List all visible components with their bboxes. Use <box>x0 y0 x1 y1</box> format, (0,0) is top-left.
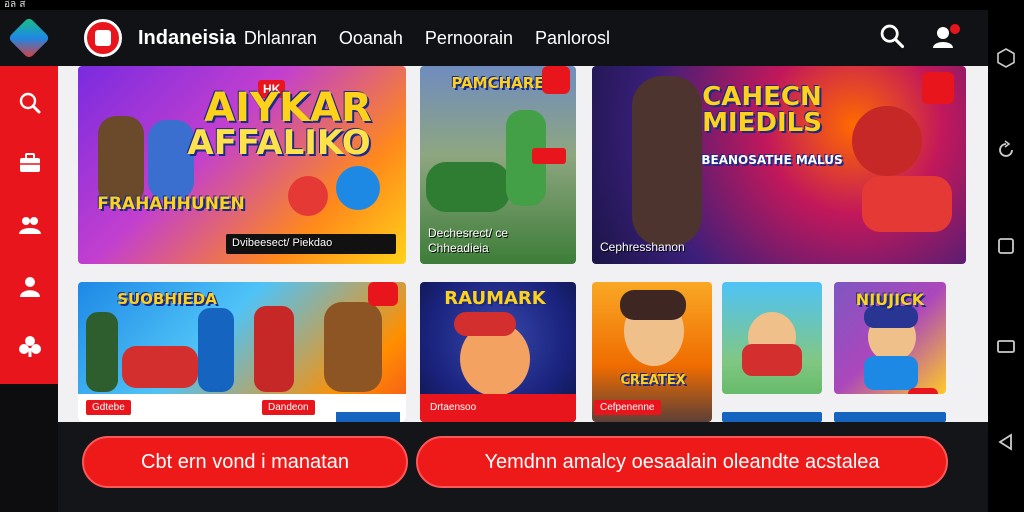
card-8-strip <box>834 412 946 422</box>
card-3-caption: Cephresshanon <box>600 240 685 254</box>
card-6-tag: Cefpenenne <box>594 400 661 415</box>
right-cta-button[interactable]: Yemdnn amalcy oesaalain oleandte acstale… <box>416 436 948 488</box>
game-card-7[interactable] <box>722 282 822 394</box>
card-5-tag: Drtaensoo <box>424 400 483 415</box>
card-1-caption: Dvibeesect/ Piekdao <box>232 237 333 249</box>
sidebar-item-briefcase[interactable] <box>17 150 43 176</box>
card-3-subtitle: BEANOSATHE MALUS <box>701 153 843 167</box>
card-7-strip <box>722 412 822 422</box>
nav-item-4[interactable]: Panlorosl <box>535 28 610 49</box>
card-2-caption: Dechesrect/ ce Chheadieia <box>428 226 509 255</box>
square-icon[interactable] <box>996 236 1016 256</box>
profile-notification-icon[interactable] <box>930 20 962 52</box>
sidebar <box>0 66 58 384</box>
game-card-4[interactable]: SUOBHIEDA Gdtebe Dandeon <box>78 282 406 422</box>
card-1-subtitle: FRAHAHHUNEN <box>97 194 245 214</box>
card-6-title: CREATEX <box>620 373 686 388</box>
sidebar-footer <box>0 384 58 512</box>
card-4-tag-2: Dandeon <box>262 400 315 415</box>
game-card-3[interactable]: CAHECN MIEDILS BEANOSATHE MALUS Cephress… <box>592 66 966 264</box>
sidebar-item-search[interactable] <box>17 90 43 116</box>
system-nav-bar <box>988 0 1024 512</box>
game-grid: HK AIYKAR AFFALIKO FRAHAHHUNEN Dvibeesec… <box>58 66 988 422</box>
sidebar-item-group[interactable] <box>17 212 43 238</box>
card-3-title: CAHECN MIEDILS <box>702 82 822 138</box>
brand-logo[interactable] <box>84 19 122 57</box>
top-header: Indaneisia Dhlanran Ooanah Pernoorain Pa… <box>0 10 988 66</box>
card-4-badge <box>368 282 398 306</box>
recents-icon[interactable] <box>996 336 1016 356</box>
card-4-title: SUOBHIEDA <box>117 290 217 308</box>
bottom-bar: Cbt ern vond i manatan Yemdnn amalcy oes… <box>58 422 988 512</box>
refresh-icon[interactable] <box>996 140 1016 160</box>
card-8-title: NIUJICK <box>855 290 925 309</box>
game-card-1[interactable]: HK AIYKAR AFFALIKO FRAHAHHUNEN Dvibeesec… <box>78 66 406 264</box>
card-1-title-bottom: AFFALIKO <box>187 123 371 163</box>
nav-item-2[interactable]: Ooanah <box>339 28 403 49</box>
back-icon[interactable] <box>996 432 1016 452</box>
sidebar-item-user[interactable] <box>17 274 43 300</box>
search-icon[interactable] <box>878 22 906 50</box>
nav-item-1[interactable]: Dhlanran <box>244 28 317 49</box>
app-screen: อ่ล ส Indaneisia Dhlanran Ooanah Pernoor… <box>0 0 1024 512</box>
status-text: อ่ล ส <box>4 0 26 10</box>
app-launcher-icon[interactable] <box>0 10 58 66</box>
card-2-badge <box>542 66 570 94</box>
card-1-title-top: AIYKAR <box>204 85 372 131</box>
card-4-tag-1: Gdtebe <box>86 400 131 415</box>
brand-name[interactable]: Indaneisia <box>138 27 236 50</box>
sidebar-item-clubs[interactable] <box>17 334 43 360</box>
game-card-8[interactable]: NIUJICK <box>834 282 946 394</box>
nav-item-3[interactable]: Pernoorain <box>425 28 513 49</box>
left-cta-button[interactable]: Cbt ern vond i manatan <box>82 436 408 488</box>
card-2-tag <box>532 148 566 164</box>
card-3-badge <box>922 72 954 104</box>
hexagon-icon[interactable] <box>996 48 1016 68</box>
card-8-badge <box>908 388 938 394</box>
card-5-title: RAUMARK <box>444 288 546 309</box>
status-bar: อ่ล ส <box>0 0 1024 10</box>
game-card-5[interactable]: RAUMARK Drtaensoo <box>420 282 576 422</box>
game-card-6[interactable]: CREATEX Cefpenenne <box>592 282 712 422</box>
game-card-2[interactable]: PAMCHARE Dechesrect/ ce Chheadieia <box>420 66 576 264</box>
